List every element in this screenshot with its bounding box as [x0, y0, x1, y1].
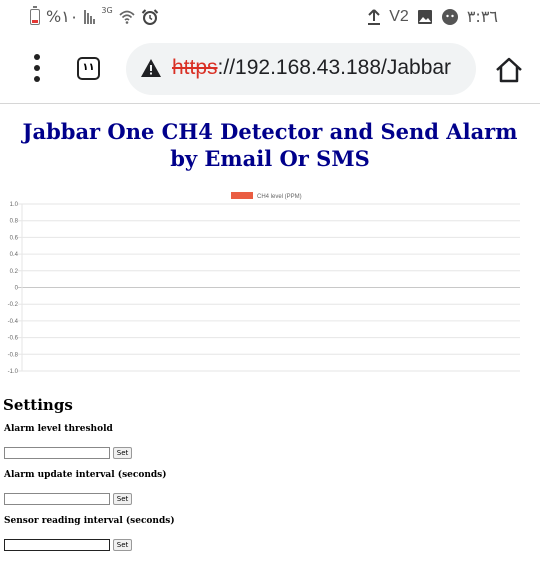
page-title: Jabbar One CH4 Detector and Send Alarm b…	[22, 119, 518, 171]
wifi-icon	[119, 10, 135, 24]
face-icon	[441, 8, 458, 25]
upload-arrow-icon	[368, 8, 381, 25]
browser-toolbar: ١١ https://192.168.43.188/Jabbar	[0, 36, 540, 104]
volte-icon: V2	[389, 7, 409, 25]
status-bar-right: V2 ٣:٣٦	[367, 7, 498, 26]
address-bar[interactable]: https://192.168.43.188/Jabbar	[126, 43, 476, 95]
settings-heading: Settings	[3, 396, 73, 414]
y-tick-label: 1.0	[10, 202, 19, 208]
alarm-threshold-label: Alarm level threshold	[4, 424, 113, 434]
url-host-path: ://192.168.43.188/Jabbar	[217, 56, 452, 79]
y-tick-label: 0.4	[10, 252, 19, 258]
alarm-interval-set-button[interactable]: Set	[113, 493, 132, 505]
y-tick-label: -0.6	[8, 336, 19, 342]
battery-icon	[30, 5, 40, 25]
y-tick-label: -0.2	[8, 302, 19, 308]
chart-y-axis: 1.0 0.8 0.6 0.4 0.2 0 -0.2 -0.4 -0.6 -0.8 -1.0	[8, 202, 19, 375]
image-icon	[417, 9, 432, 24]
ch4-chart: CH4 level (PPM) 1.0 0.8 0.6 0.4 0.2 0 -0.2 -0.4…	[8, 192, 520, 375]
alarm-interval-label: Alarm update interval (seconds)	[4, 470, 167, 480]
legend-label: CH4 level (PPM)	[257, 194, 302, 200]
y-tick-label: 0.6	[10, 235, 19, 241]
not-secure-warning-icon[interactable]	[140, 58, 162, 78]
y-tick-label: -1.0	[8, 369, 19, 375]
overflow-menu-icon[interactable]	[32, 54, 42, 82]
home-icon[interactable]	[494, 56, 524, 84]
alarm-clock-icon	[141, 8, 158, 25]
legend-swatch	[231, 192, 253, 199]
status-bar-left: %١٠ 3G	[30, 5, 159, 26]
status-bar: %١٠ 3G V2 ٣:٣٦	[0, 0, 540, 32]
tab-switcher-button[interactable]: ١١	[77, 57, 100, 80]
battery-percent: %١٠	[46, 7, 79, 26]
chart-legend: CH4 level (PPM)	[231, 192, 302, 200]
alarm-threshold-set-button[interactable]: Set	[113, 447, 132, 459]
sensor-interval-set-button[interactable]: Set	[113, 539, 132, 551]
url-text[interactable]: https://192.168.43.188/Jabbar	[172, 56, 451, 80]
alarm-interval-input[interactable]	[4, 493, 110, 505]
sensor-interval-label: Sensor reading interval (seconds)	[4, 516, 175, 526]
signal-bars-icon	[84, 9, 96, 24]
url-scheme: https	[172, 56, 218, 79]
alarm-threshold-input[interactable]	[4, 447, 110, 459]
status-time: ٣:٣٦	[466, 7, 498, 26]
sensor-interval-input[interactable]	[4, 539, 110, 551]
chart-grid	[18, 203, 520, 372]
y-tick-label: 0.2	[10, 269, 19, 275]
network-type: 3G	[101, 6, 113, 15]
y-tick-label: 0.8	[10, 219, 19, 225]
y-tick-label: 0	[15, 286, 19, 292]
y-tick-label: -0.8	[8, 352, 19, 358]
y-tick-label: -0.4	[8, 319, 19, 325]
